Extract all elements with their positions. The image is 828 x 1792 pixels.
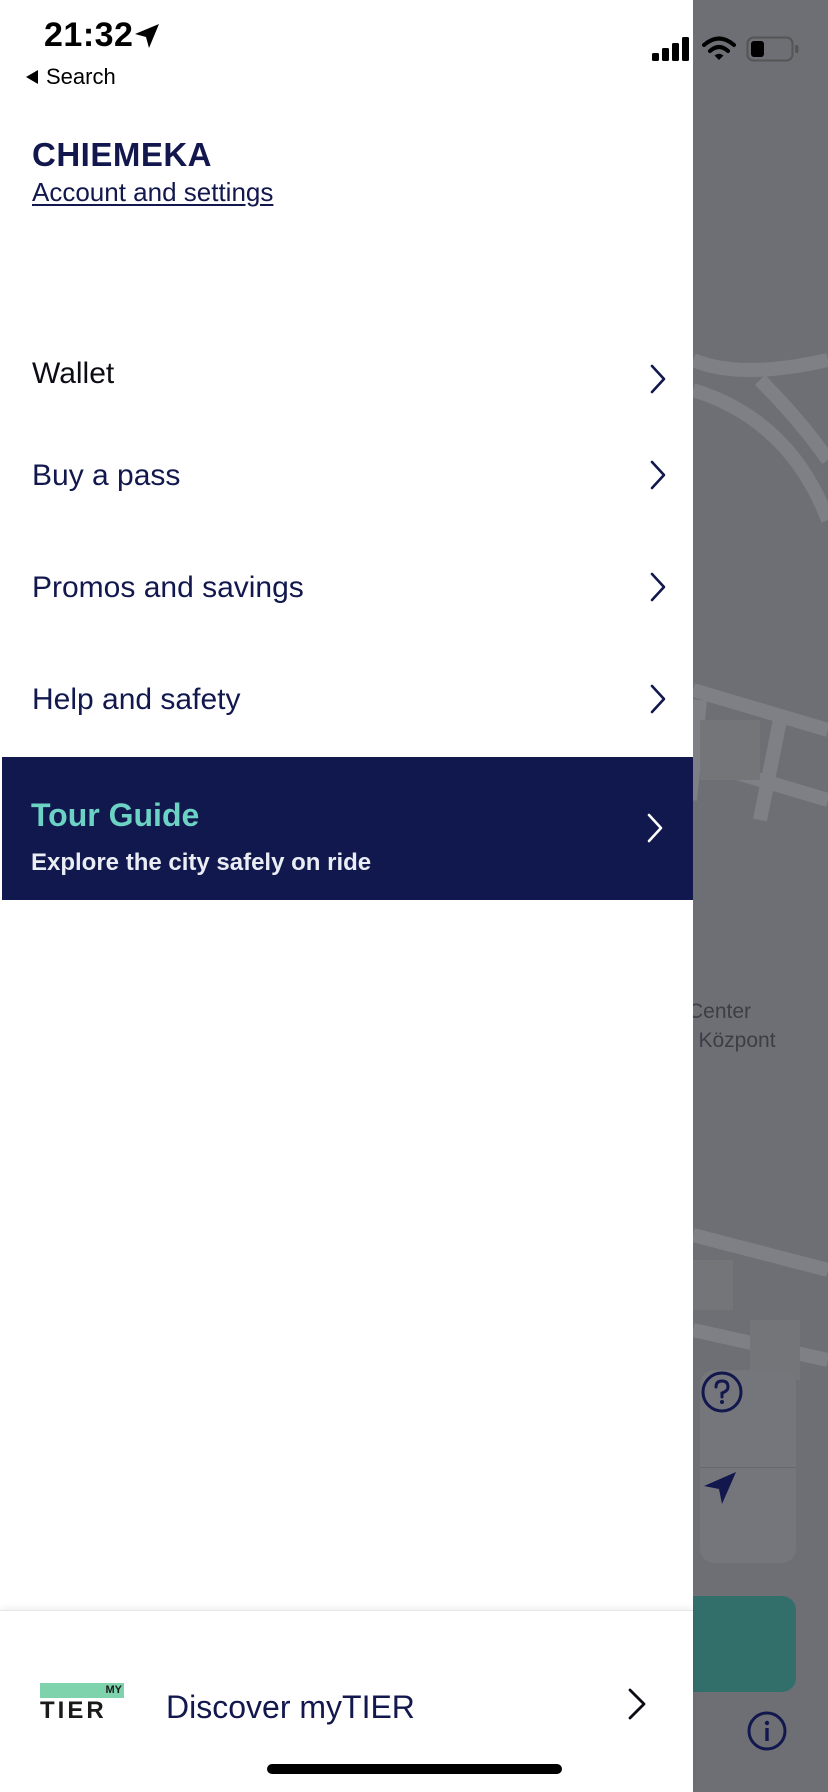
help-button[interactable] xyxy=(700,1370,796,1466)
profile-name: CHIEMEKA xyxy=(32,136,213,173)
back-label: Search xyxy=(46,64,116,89)
back-triangle-icon xyxy=(26,70,38,84)
chevron-right-icon xyxy=(650,572,666,602)
status-icons xyxy=(652,36,800,62)
menu-item-buy-pass[interactable]: Buy a pass xyxy=(0,431,693,521)
account-settings-link[interactable]: Account and settings xyxy=(32,177,273,208)
start-ride-button[interactable] xyxy=(680,1596,796,1692)
chevron-right-icon xyxy=(628,1688,646,1720)
mytier-logo: MY TIER xyxy=(40,1683,126,1723)
battery-icon xyxy=(746,36,799,62)
menu-item-label: Wallet xyxy=(32,357,115,390)
back-to-search-link[interactable]: Search xyxy=(26,64,116,90)
home-indicator xyxy=(267,1764,562,1774)
tour-guide-subtitle: Explore the city safely on ride xyxy=(31,849,372,876)
question-circle-icon xyxy=(701,1371,743,1413)
menu-item-wallet[interactable]: Wallet xyxy=(0,329,693,419)
status-time: 21:32 xyxy=(44,16,134,54)
chevron-right-icon xyxy=(650,460,666,490)
chevron-right-icon xyxy=(650,364,666,394)
map-place-label: Center xyxy=(688,1000,752,1023)
discover-label: Discover myTIER xyxy=(166,1689,415,1725)
chevron-right-icon xyxy=(647,813,663,843)
info-circle-icon xyxy=(747,1711,787,1751)
menu-item-label: Buy a pass xyxy=(32,459,181,492)
tour-guide-banner[interactable]: Tour Guide Explore the city safely on ri… xyxy=(2,757,693,900)
side-drawer: 21:32 Search CHIEMEKA Account and settin… xyxy=(0,0,693,1792)
wifi-icon xyxy=(702,36,736,60)
map-controls xyxy=(700,1370,796,1563)
tour-guide-title: Tour Guide xyxy=(31,797,200,833)
locate-me-button[interactable] xyxy=(700,1467,796,1563)
menu-item-label: Help and safety xyxy=(32,683,241,716)
menu-item-help[interactable]: Help and safety xyxy=(0,655,693,745)
logo-tier-text: TIER xyxy=(40,1697,107,1724)
navigation-arrow-icon xyxy=(704,1472,736,1504)
logo-my-text: MY xyxy=(105,1684,123,1696)
location-arrow-icon xyxy=(135,24,159,48)
signal-bars-icon xyxy=(652,37,689,61)
map-place-label: i Központ xyxy=(688,1029,776,1052)
menu-item-promos[interactable]: Promos and savings xyxy=(0,543,693,633)
chevron-right-icon xyxy=(650,684,666,714)
menu-item-label: Promos and savings xyxy=(32,571,304,604)
